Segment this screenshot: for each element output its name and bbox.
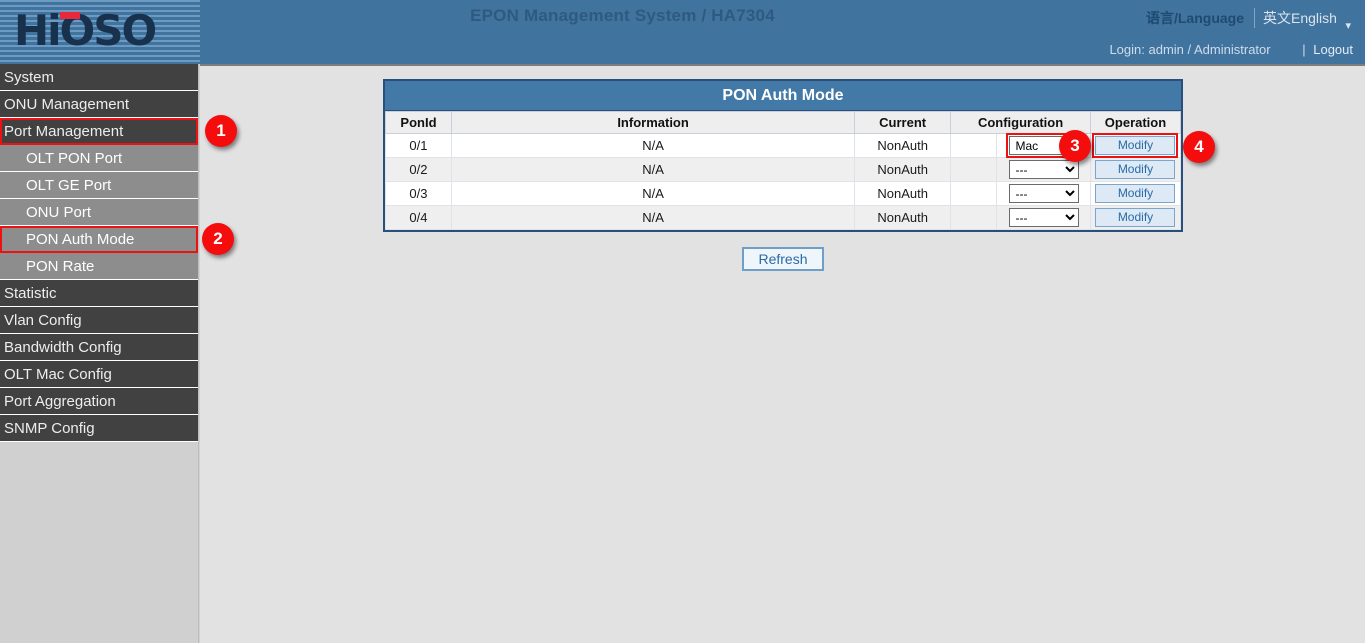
sidebar-item-snmp-config[interactable]: SNMP Config [0,415,198,442]
sidebar-item-pon-auth-mode[interactable]: PON Auth Mode [0,226,198,253]
cell-information: N/A [451,158,854,182]
sidebar-item-label: System [4,69,54,86]
sidebar-item-label: ONU Port [26,204,91,221]
refresh-row: Refresh [383,247,1183,271]
sidebar-item-label: Vlan Config [4,312,82,329]
cell-current: NonAuth [855,134,951,158]
sidebar-item-label: Statistic [4,285,57,302]
sidebar-item-system[interactable]: System [0,64,198,91]
modify-button-wrapper[interactable]: Modify [1095,136,1175,155]
cell-spacer [951,134,997,158]
sidebar-item-label: Port Management [4,123,123,140]
cell-information: N/A [451,206,854,230]
cell-operation: Modify [1090,158,1180,182]
sidebar-nav: System ONU Management Port Management OLT P… [0,64,199,643]
config-select-wrapper[interactable]: ---MacLoidLoidPwdSn [1009,160,1079,179]
cell-current: NonAuth [855,182,951,206]
config-select-wrapper[interactable]: ---MacLoidLoidPwdSn [1009,184,1079,203]
modify-button[interactable]: Modify [1095,136,1175,155]
cell-operation: Modify [1090,206,1180,230]
sidebar-item-pon-rate[interactable]: PON Rate [0,253,198,280]
pon-auth-table: PonId Information Current Configuration … [385,111,1181,230]
cell-information: N/A [451,134,854,158]
sidebar-item-vlan-config[interactable]: Vlan Config [0,307,198,334]
annotation-marker-3: 3 [1059,130,1091,162]
table-header-row: PonId Information Current Configuration … [386,112,1181,134]
cell-current: NonAuth [855,206,951,230]
modify-button-wrapper[interactable]: Modify [1095,160,1175,179]
login-info: Login: admin / Administrator [1109,42,1270,57]
language-label: 语言/Language [1146,8,1244,28]
sidebar-item-label: PON Auth Mode [26,231,134,248]
language-select[interactable]: 英文English [1254,8,1355,28]
sidebar-item-statistic[interactable]: Statistic [0,280,198,307]
table-row: 0/4N/ANonAuth ---MacLoidLoidPwdSn Modify [386,206,1181,230]
refresh-button[interactable]: Refresh [742,247,823,271]
session-bar: Login: admin / Administrator | Logout [1109,42,1353,57]
col-header-ponid: PonId [386,112,452,134]
logout-link[interactable]: Logout [1313,42,1353,57]
session-separator: | [1274,42,1309,57]
cell-operation: Modify [1090,182,1180,206]
sidebar-item-label: OLT Mac Config [4,366,112,383]
col-header-operation: Operation [1090,112,1180,134]
sidebar-item-onu-port[interactable]: ONU Port [0,199,198,226]
col-header-information: Information [451,112,854,134]
cell-configuration: ---MacLoidLoidPwdSn [997,182,1091,206]
sidebar-item-olt-ge-port[interactable]: OLT GE Port [0,172,198,199]
cell-spacer [951,158,997,182]
cell-current: NonAuth [855,158,951,182]
config-select-wrapper[interactable]: ---MacLoidLoidPwdSn [1009,208,1079,227]
modify-button[interactable]: Modify [1095,208,1175,227]
cell-ponid: 0/4 [386,206,452,230]
cell-operation: Modify [1090,134,1180,158]
config-select[interactable]: ---MacLoidLoidPwdSn [1009,184,1079,203]
language-switcher[interactable]: 语言/Language 英文English ▾ [1146,8,1355,28]
sidebar-item-label: OLT GE Port [26,177,111,194]
panel-title: PON Auth Mode [385,81,1181,111]
sidebar-item-label: PON Rate [26,258,94,275]
language-select-wrapper[interactable]: 英文English ▾ [1254,8,1355,28]
annotation-marker-1: 1 [205,115,237,147]
sidebar-item-label: SNMP Config [4,420,95,437]
cell-information: N/A [451,182,854,206]
col-header-current: Current [855,112,951,134]
modify-button-wrapper[interactable]: Modify [1095,184,1175,203]
table-row: 0/2N/ANonAuth ---MacLoidLoidPwdSn Modify [386,158,1181,182]
cell-ponid: 0/1 [386,134,452,158]
sidebar-item-onu-management[interactable]: ONU Management [0,91,198,118]
modify-button[interactable]: Modify [1095,184,1175,203]
config-select[interactable]: ---MacLoidLoidPwdSn [1009,160,1079,179]
sidebar-item-label: Bandwidth Config [4,339,122,356]
cell-ponid: 0/2 [386,158,452,182]
cell-spacer [951,182,997,206]
sidebar-item-label: OLT PON Port [26,150,122,167]
sidebar-item-bandwidth-config[interactable]: Bandwidth Config [0,334,198,361]
sidebar-item-label: Port Aggregation [4,393,116,410]
modify-button-wrapper[interactable]: Modify [1095,208,1175,227]
sidebar-item-olt-mac-config[interactable]: OLT Mac Config [0,361,198,388]
cell-spacer [951,206,997,230]
annotation-marker-2: 2 [202,223,234,255]
sidebar-item-port-management[interactable]: Port Management [0,118,198,145]
app-header: HiOSO EPON Management System / HA7304 语言… [0,0,1365,64]
modify-button[interactable]: Modify [1095,160,1175,179]
sidebar-item-port-aggregation[interactable]: Port Aggregation [0,388,198,415]
cell-configuration: ---MacLoidLoidPwdSn [997,206,1091,230]
annotation-marker-4: 4 [1183,131,1215,163]
cell-ponid: 0/3 [386,182,452,206]
config-select[interactable]: ---MacLoidLoidPwdSn [1009,208,1079,227]
sidebar-item-olt-pon-port[interactable]: OLT PON Port [0,145,198,172]
sidebar-item-label: ONU Management [4,96,129,113]
table-row: 0/3N/ANonAuth ---MacLoidLoidPwdSn Modify [386,182,1181,206]
